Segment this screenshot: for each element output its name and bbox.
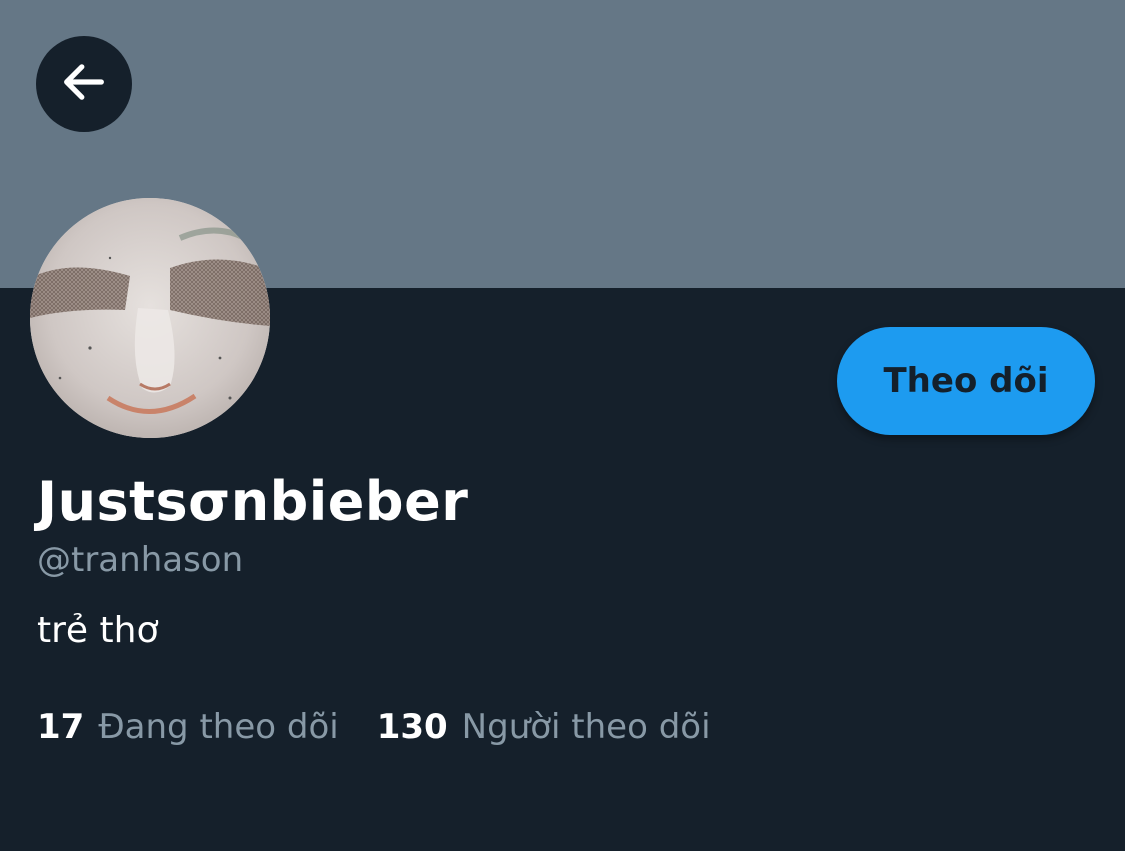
avatar[interactable] — [30, 198, 270, 438]
profile-stats: 17 Đang theo dõi 130 Người theo dõi — [37, 707, 711, 747]
arrow-left-icon — [58, 56, 110, 112]
following-count: 17 — [37, 707, 85, 747]
followers-count: 130 — [376, 707, 448, 747]
user-handle: @tranhason — [37, 540, 244, 580]
followers-label: Người theo dõi — [461, 707, 711, 747]
back-button[interactable] — [36, 36, 132, 132]
profile-page: Theo dõi Justsσnbieber @tranhason trẻ th… — [0, 0, 1125, 851]
follow-button[interactable]: Theo dõi — [837, 327, 1095, 435]
followers-stat[interactable]: 130 Người theo dõi — [377, 707, 711, 747]
following-stat[interactable]: 17 Đang theo dõi — [37, 707, 339, 747]
display-name: Justsσnbieber — [37, 470, 469, 533]
following-label: Đang theo dõi — [98, 707, 339, 747]
profile-bio: trẻ thơ — [37, 610, 159, 651]
